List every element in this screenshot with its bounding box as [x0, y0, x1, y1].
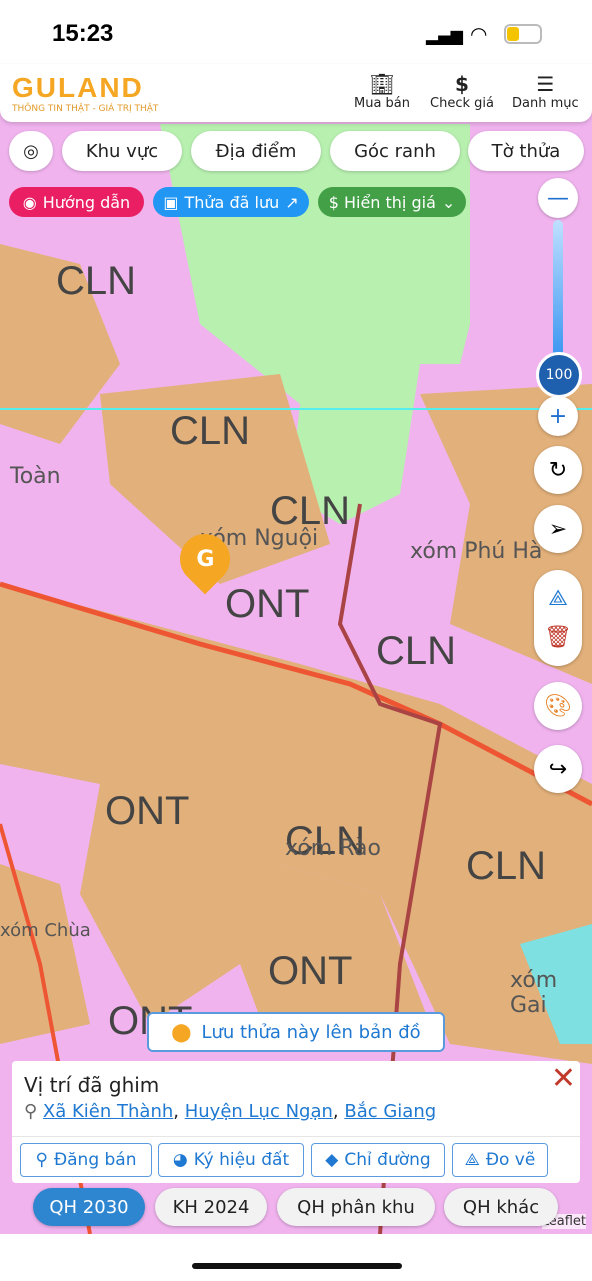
layer-qh-phan-khu[interactable]: QH phân khu — [277, 1188, 435, 1226]
show-price-chip[interactable]: $ Hiển thị giá ⌄ — [318, 187, 466, 217]
pinned-location-card: Vị trí đã ghim ✕ ⚲ Xã Kiên Thành, Huyện … — [12, 1061, 580, 1183]
tab-goc-ranh[interactable]: Góc ranh — [330, 131, 460, 171]
land-symbol-button[interactable]: ◕ Ký hiệu đất — [158, 1143, 304, 1177]
layer-qh-2030[interactable]: QH 2030 — [33, 1188, 145, 1226]
directions-button[interactable]: ◆ Chỉ đường — [311, 1143, 445, 1177]
palette-icon: 🎨︎ — [544, 693, 572, 719]
measure-button[interactable]: ⟁ Đo vẽ — [452, 1143, 548, 1177]
map-zones — [0, 64, 592, 1234]
play-icon: ◉ — [22, 192, 37, 212]
tab-dia-diem[interactable]: Địa điểm — [191, 131, 321, 171]
button-label: Đo vẽ — [485, 1150, 536, 1170]
zoom-in-button[interactable]: + — [538, 396, 578, 436]
wifi-icon: ◠ — [470, 22, 488, 46]
divider — [12, 1136, 580, 1137]
district-link[interactable]: Huyện Lục Ngạn — [185, 1101, 333, 1122]
share-button[interactable]: ↪ — [534, 745, 582, 793]
app-header: GULAND THÔNG TIN THẬT - GIÁ TRỊ THẬT 🏢︎ M… — [0, 64, 592, 122]
palette-icon: ◕ — [172, 1150, 188, 1170]
compass-draw-icon: ⟁ — [464, 1150, 480, 1170]
locate-button[interactable]: ◎ — [9, 131, 53, 171]
navigate-button[interactable]: ➢ — [534, 505, 582, 553]
post-sale-button[interactable]: ⚲ Đăng bán — [20, 1143, 152, 1177]
refresh-icon: ↻ — [548, 457, 568, 483]
province-link[interactable]: Bắc Giang — [344, 1101, 436, 1122]
zone-label: ONT — [105, 789, 190, 833]
commune-link[interactable]: Xã Kiên Thành — [43, 1101, 173, 1122]
logo: GULAND — [12, 72, 144, 103]
zone-label: CLN — [56, 259, 137, 303]
pin-plus-icon: ⚲ — [35, 1150, 48, 1170]
buy-sell-button[interactable]: 🏢︎ Mua bán — [354, 72, 410, 111]
signal-icon: ▂▄▆ — [426, 26, 463, 45]
place-label: xóm Chùa — [0, 920, 91, 941]
button-label: Chỉ đường — [344, 1150, 431, 1170]
tab-to-thua[interactable]: Tờ thửa — [468, 131, 584, 171]
layer-qh-khac[interactable]: QH khác — [444, 1188, 558, 1226]
zone-label: ONT — [225, 582, 310, 626]
layer-kh-2024[interactable]: KH 2024 — [155, 1188, 267, 1226]
button-label: Danh mục — [512, 96, 579, 111]
plus-icon: + — [548, 403, 568, 429]
crosshair-icon: ◎ — [23, 140, 39, 162]
zone-label: ONT — [268, 949, 353, 993]
chevron-down-icon: ⌄ — [441, 192, 456, 212]
building-icon: 🏢︎ — [369, 72, 395, 96]
guland-pin-icon: ⬤ — [171, 1021, 192, 1043]
refresh-button[interactable]: ↻ — [534, 446, 582, 494]
zoom-level: 100 — [545, 367, 573, 383]
card-title: Vị trí đã ghim — [24, 1073, 160, 1097]
zoom-out-button[interactable]: — — [538, 178, 578, 218]
place-label: xóm Rào — [285, 836, 381, 861]
button-label: Check giá — [430, 96, 494, 111]
save-parcel-button[interactable]: ⬤ Lưu thửa này lên bản đồ — [147, 1012, 445, 1052]
zoom-slider-handle[interactable]: 100 — [536, 352, 582, 398]
chip-label: $ Hiển thị giá — [328, 192, 436, 212]
bottom-safe-area — [0, 1234, 592, 1281]
trash-icon[interactable]: 🗑︎ — [544, 625, 572, 650]
place-label: xóm Gai — [510, 968, 558, 1018]
place-label: Toàn — [10, 464, 61, 489]
share-icon: ↪ — [548, 756, 568, 782]
location-breadcrumb: ⚲ Xã Kiên Thành, Huyện Lục Ngạn, Bắc Gia… — [24, 1101, 437, 1122]
navigation-arrow-icon: ➢ — [548, 516, 568, 542]
zone-label: CLN — [170, 409, 251, 453]
place-label: xóm Phú Hà — [410, 539, 543, 564]
zoom-slider-track[interactable] — [553, 220, 563, 370]
directions-icon: ◆ — [325, 1150, 339, 1170]
home-indicator[interactable] — [192, 1263, 402, 1269]
palette-button[interactable]: 🎨︎ — [534, 682, 582, 730]
compass-draw-icon[interactable]: ⟁ — [548, 586, 568, 611]
location-pin-icon: ⚲ — [24, 1101, 38, 1122]
dollar-icon: $ — [455, 72, 469, 96]
status-time: 15:23 — [52, 20, 114, 47]
menu-icon: ☰ — [536, 72, 555, 96]
battery-icon — [504, 24, 542, 44]
menu-button[interactable]: ☰ Danh mục — [512, 72, 579, 111]
check-price-button[interactable]: $ Check giá — [430, 72, 494, 111]
zone-label: CLN — [376, 629, 457, 673]
arrow-up-right-icon: ↗ — [285, 192, 299, 212]
map-canvas[interactable]: CLN CLN CLN CLN CLN CLN ONT ONT ONT ONT … — [0, 64, 592, 1234]
button-label: Đăng bán — [53, 1150, 137, 1170]
saved-parcels-chip[interactable]: ▣ Thửa đã lưu ↗ — [153, 187, 309, 217]
measure-tools: ⟁ 🗑︎ — [534, 570, 582, 666]
chip-label: Hướng dẫn — [42, 192, 131, 212]
button-label: Ký hiệu đất — [193, 1150, 290, 1170]
chip-label: Thửa đã lưu — [184, 192, 280, 212]
minus-icon: — — [547, 185, 569, 211]
button-label: Lưu thửa này lên bản đồ — [201, 1021, 421, 1043]
tab-khu-vuc[interactable]: Khu vực — [62, 131, 182, 171]
tagline: THÔNG TIN THẬT - GIÁ TRỊ THẬT — [12, 104, 159, 114]
guide-chip[interactable]: ◉ Hướng dẫn — [9, 187, 144, 217]
status-bar: 15:23 ▂▄▆ ◠ — [0, 0, 592, 64]
zone-label: CLN — [466, 844, 547, 888]
button-label: Mua bán — [354, 96, 411, 111]
bookmark-icon: ▣ — [163, 192, 179, 212]
close-icon[interactable]: ✕ — [551, 1061, 576, 1096]
